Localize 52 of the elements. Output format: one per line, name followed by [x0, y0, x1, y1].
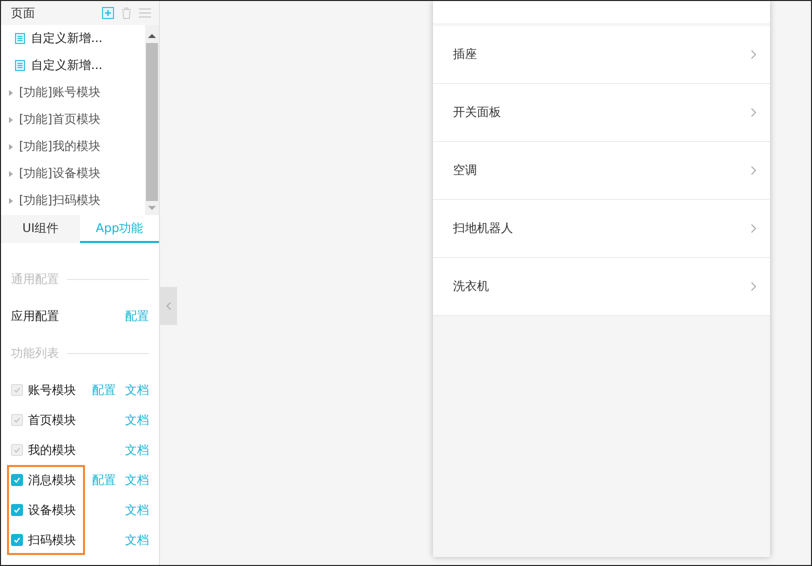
- module-label: 设备模块: [28, 502, 76, 518]
- page-group[interactable]: [功能]我的模块: [19, 138, 100, 155]
- panel-title: 页面: [11, 4, 36, 22]
- checkbox[interactable]: [11, 534, 23, 546]
- checkbox[interactable]: [11, 504, 23, 516]
- delete-icon[interactable]: [121, 7, 132, 19]
- section-title: 功能列表: [11, 344, 59, 362]
- check-icon: [13, 416, 21, 424]
- check-icon: [13, 386, 21, 394]
- check-icon: [13, 506, 21, 514]
- chevron-right-icon: [751, 108, 756, 117]
- menu-icon[interactable]: [139, 8, 151, 18]
- chevron-right-icon: [751, 282, 756, 291]
- chevron-left-icon: [166, 302, 171, 310]
- chevron-right-icon: [751, 224, 756, 233]
- page-group[interactable]: [功能]首页模块: [19, 111, 100, 128]
- device-list-item[interactable]: 扫地机器人: [433, 200, 770, 258]
- scroll-down-icon[interactable]: [148, 205, 156, 211]
- page-group[interactable]: [功能]扫码模块: [19, 192, 100, 209]
- page-item[interactable]: 自定义新增...: [31, 57, 102, 74]
- check-icon: [13, 536, 21, 544]
- device-list-item[interactable]: 插座: [433, 26, 770, 84]
- expand-icon[interactable]: [9, 170, 13, 176]
- page-group[interactable]: [功能]设备模块: [19, 165, 100, 182]
- device-list-item[interactable]: 洗衣机: [433, 258, 770, 316]
- checkbox[interactable]: [11, 474, 23, 486]
- scrollbar[interactable]: [145, 25, 159, 215]
- module-label: 我的模块: [28, 442, 76, 458]
- expand-icon[interactable]: [9, 144, 13, 150]
- page-icon: [15, 60, 25, 71]
- expand-icon[interactable]: [9, 198, 13, 204]
- expand-icon[interactable]: [9, 116, 13, 122]
- module-label: 首页模块: [28, 412, 76, 428]
- device-list-item[interactable]: 开关面板: [433, 84, 770, 142]
- chevron-right-icon: [751, 50, 756, 59]
- page-icon: [15, 33, 25, 44]
- section-title: 通用配置: [11, 270, 59, 288]
- page-group[interactable]: [功能]账号模块: [19, 84, 100, 101]
- collapse-handle[interactable]: [160, 287, 177, 325]
- device-list-item[interactable]: 空调: [433, 142, 770, 200]
- check-icon: [13, 446, 21, 454]
- module-label: 扫码模块: [28, 532, 76, 548]
- scroll-up-icon[interactable]: [148, 33, 156, 39]
- tab[interactable]: UI组件: [1, 215, 80, 243]
- expand-icon[interactable]: [9, 90, 13, 96]
- page-item[interactable]: 自定义新增...: [31, 30, 102, 47]
- add-page-icon[interactable]: [102, 7, 114, 19]
- check-icon: [13, 476, 21, 484]
- config-label: 应用配置: [11, 308, 59, 324]
- chevron-right-icon: [751, 166, 756, 175]
- module-label: 消息模块: [28, 472, 76, 488]
- module-label: 账号模块: [28, 382, 76, 398]
